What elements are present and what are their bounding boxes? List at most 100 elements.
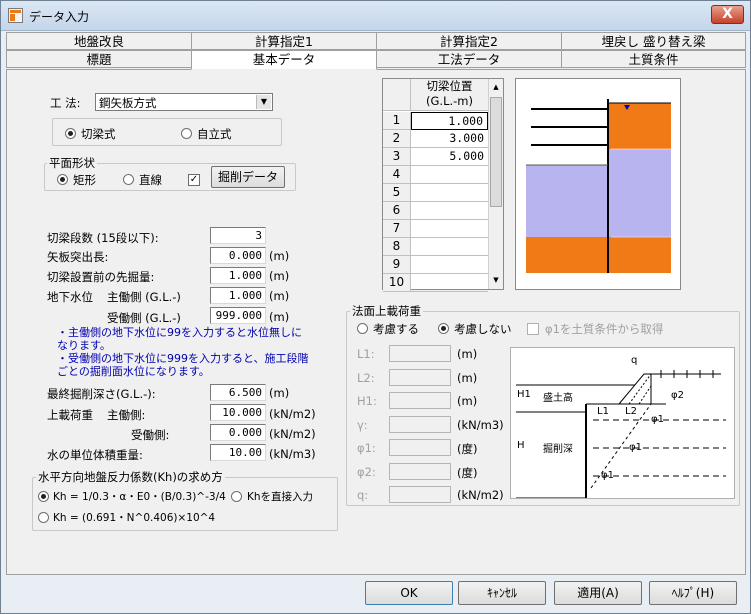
grid-header-unit: (G.L.-m) xyxy=(426,94,473,108)
load-passive-field[interactable]: 0.000 xyxy=(210,424,266,441)
grid-row-number: 9 xyxy=(383,256,411,274)
slope-param-field[interactable] xyxy=(389,345,451,362)
grid-cell-position[interactable]: 1.000 xyxy=(411,112,488,130)
phi-from-soil-checkbox[interactable] xyxy=(527,323,539,335)
slope-param-field[interactable] xyxy=(389,368,451,386)
radio-kh-formula-2[interactable] xyxy=(38,512,49,523)
section-preview-drawing xyxy=(526,99,671,273)
app-icon xyxy=(8,8,23,23)
load-passive-label: 受働側: xyxy=(131,428,170,442)
method-select[interactable]: 鋼矢板方式 ▼ xyxy=(95,93,273,111)
scroll-up-icon[interactable]: ▲ xyxy=(490,80,502,94)
radio-kh-direct[interactable] xyxy=(231,491,242,502)
groundwater-note-1: ・主働側の地下水位に99を入力すると水位無しに なります。 xyxy=(57,326,302,352)
slope-param-unit: (度) xyxy=(457,465,478,480)
strut-count-field[interactable]: 3 xyxy=(210,227,266,244)
radio-not-consider-label: 考慮しない xyxy=(454,322,512,336)
grid-cell-position[interactable]: 5.000 xyxy=(411,148,488,166)
pre-dig-label: 切梁設置前の先掘量: xyxy=(47,270,155,284)
slope-param-field[interactable] xyxy=(389,392,451,409)
slope-param-label: φ1: xyxy=(357,441,376,455)
fill-height-label: 盛土高 xyxy=(543,393,573,404)
radio-consider[interactable] xyxy=(357,323,368,334)
slope-param-field[interactable] xyxy=(389,439,451,456)
grid-scrollbar[interactable]: ▲ ▼ xyxy=(488,79,503,289)
ok-button[interactable]: OK xyxy=(365,581,453,605)
groundwater-label: 地下水位 xyxy=(47,290,93,304)
grid-cell-position[interactable] xyxy=(411,238,488,256)
protrusion-label: 矢板突出長: xyxy=(47,250,109,264)
water-weight-label: 水の単位体積重量: xyxy=(47,448,143,462)
phi1-label-3: φ1 xyxy=(601,470,614,481)
radio-self-standing[interactable] xyxy=(181,128,192,139)
slope-param-label: H1: xyxy=(357,394,377,408)
radio-not-consider[interactable] xyxy=(438,323,449,334)
grid-cell-position[interactable] xyxy=(411,220,488,238)
tab-basic-data[interactable]: 基本データ xyxy=(191,50,377,70)
grid-cell-position[interactable] xyxy=(411,202,488,220)
plan-shape-title: 平面形状 xyxy=(47,155,97,171)
radio-strut[interactable] xyxy=(65,128,76,139)
scroll-down-icon[interactable]: ▼ xyxy=(490,273,502,287)
grid-cell-position[interactable] xyxy=(411,166,488,184)
slope-load-title: 法面上載荷重 xyxy=(350,303,423,319)
tab-title[interactable]: 標題 xyxy=(6,50,192,68)
radio-self-standing-label: 自立式 xyxy=(197,127,232,141)
grid-cell-position[interactable]: 3.000 xyxy=(411,130,488,148)
grid-header: 切梁位置 (G.L.-m) xyxy=(411,79,488,111)
groundwater-note-2: ・受働側の地下水位に999を入力すると、施工段階 ごとの掘削面水位になります。 xyxy=(57,352,309,378)
grid-row-number: 3 xyxy=(383,148,411,166)
load-main-unit: (kN/m2) xyxy=(269,407,316,421)
surcharge-label: 上載荷重 xyxy=(47,408,93,422)
slope-param-unit: (m) xyxy=(457,347,478,361)
grid-row-number: 5 xyxy=(383,184,411,202)
slope-param-label: φ2: xyxy=(357,464,376,479)
kh-title: 水平方向地盤反力係数(Kh)の求め方 xyxy=(36,469,225,485)
l1-label: L1 xyxy=(597,406,609,417)
cancel-button[interactable]: ｷｬﾝｾﾙ xyxy=(458,581,546,605)
kh-formula-2-label: Kh = (0.691・N^0.406)×10^4 xyxy=(53,512,216,524)
radio-kh-formula-1[interactable] xyxy=(38,491,49,502)
scroll-thumb[interactable] xyxy=(490,97,502,207)
excavation-data-button[interactable]: 掘削データ xyxy=(211,166,285,188)
kh-direct-label: Khを直接入力 xyxy=(247,491,314,503)
water-weight-field[interactable]: 10.00 xyxy=(210,444,266,461)
slope-diagram-drawing xyxy=(516,370,726,499)
q-label: q xyxy=(631,355,638,366)
gw-main-field[interactable]: 1.000 xyxy=(210,287,266,304)
tab-soil-conditions[interactable]: 土質条件 xyxy=(561,50,746,68)
slope-param-field[interactable] xyxy=(389,415,451,433)
slope-param-label: q: xyxy=(357,488,369,502)
grid-cell-position[interactable] xyxy=(411,184,488,202)
gw-main-unit: (m) xyxy=(269,289,290,303)
protrusion-field[interactable]: 0.000 xyxy=(210,247,266,264)
apply-button[interactable]: 適用(A) xyxy=(554,581,642,605)
slope-param-field[interactable] xyxy=(389,486,451,503)
gw-passive-unit: (m) xyxy=(269,310,290,324)
tab-method-data[interactable]: 工法データ xyxy=(376,50,562,68)
active-bottom-layer xyxy=(608,237,671,273)
tab-calc-spec-2[interactable]: 計算指定2 xyxy=(376,32,562,50)
protrusion-unit: (m) xyxy=(269,249,290,263)
phi1-label-1: φ1 xyxy=(651,414,664,425)
l2-label: L2 xyxy=(625,406,637,417)
close-button[interactable]: X xyxy=(711,5,744,24)
radio-straight[interactable] xyxy=(123,174,134,185)
slope-param-field[interactable] xyxy=(389,462,451,480)
strut-position-grid: 切梁位置 (G.L.-m) 1 1.000 2 3.000 3 5.000 4 5 6 7 8 9 10… xyxy=(382,78,504,292)
pre-dig-field[interactable]: 1.000 xyxy=(210,267,266,284)
excavation-checkbox[interactable]: ✓ xyxy=(188,174,200,186)
help-button[interactable]: ﾍﾙﾌﾟ(H) xyxy=(649,581,737,605)
radio-strut-label: 切梁式 xyxy=(81,127,116,141)
grid-cell-position[interactable] xyxy=(411,274,488,292)
chevron-down-icon[interactable]: ▼ xyxy=(256,95,271,109)
tab-ground-improvement[interactable]: 地盤改良 xyxy=(6,32,192,50)
load-main-field[interactable]: 10.000 xyxy=(210,404,266,421)
gw-passive-field[interactable]: 999.000 xyxy=(210,307,266,324)
final-dig-field[interactable]: 6.500 xyxy=(210,384,266,401)
tab-calc-spec-1[interactable]: 計算指定1 xyxy=(191,32,377,50)
grid-cell-position[interactable] xyxy=(411,256,488,274)
radio-rectangle[interactable] xyxy=(57,174,68,185)
tab-backfill[interactable]: 埋戻し 盛り替え梁 xyxy=(561,32,746,50)
section-preview xyxy=(515,78,681,290)
